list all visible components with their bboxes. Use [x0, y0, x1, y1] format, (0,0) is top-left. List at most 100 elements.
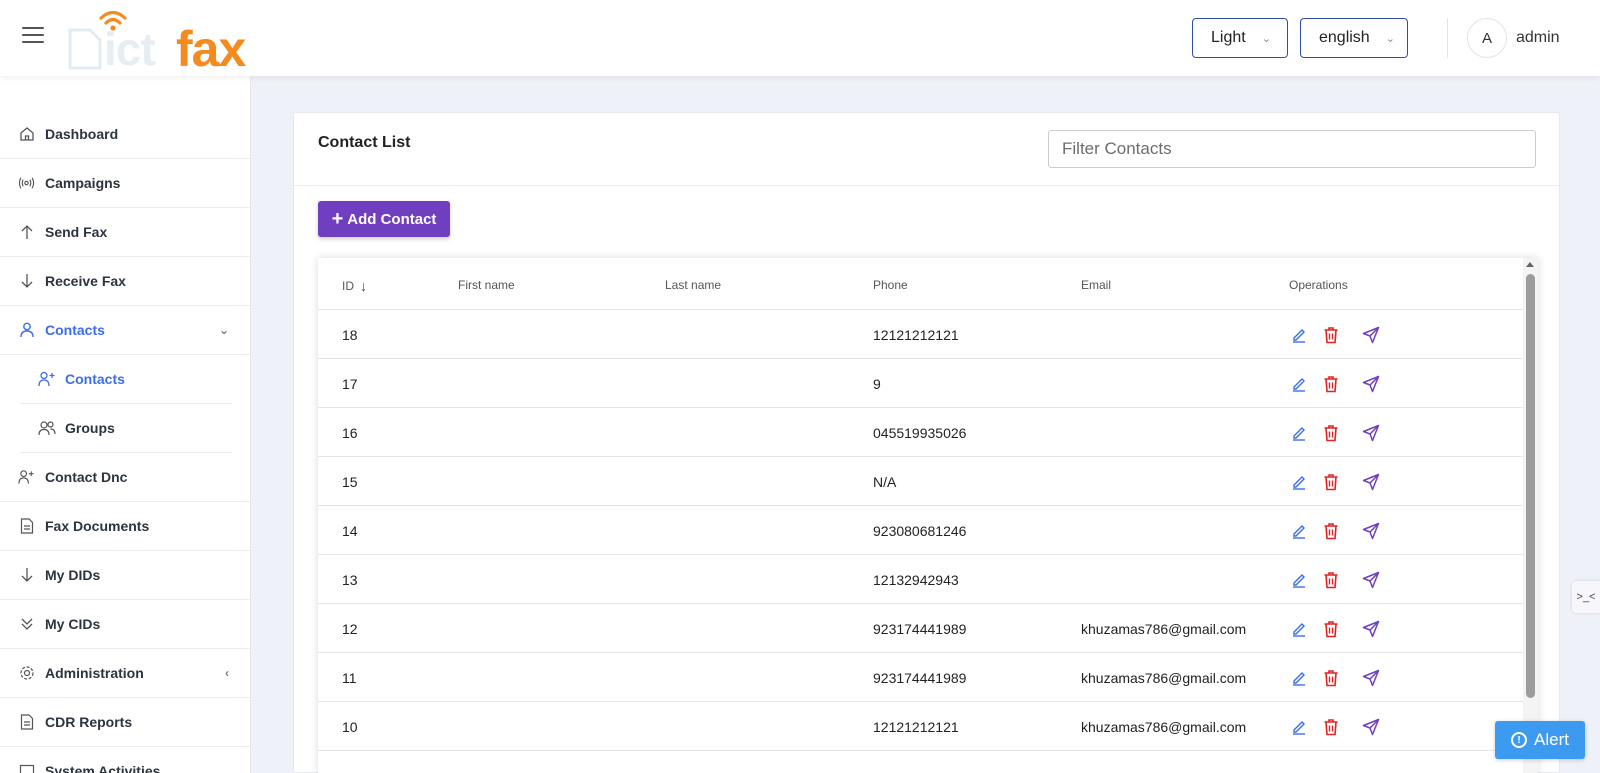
edit-icon[interactable] [1289, 668, 1309, 688]
edit-icon[interactable] [1289, 521, 1309, 541]
top-header: ict fax Light ⌄ english ⌄ A admin [0, 0, 1600, 77]
send-fax-icon[interactable] [1361, 668, 1381, 688]
arrow-down-icon [18, 273, 35, 290]
table-row[interactable]: 17 9 [318, 359, 1523, 408]
sidebar-item-label: Fax Documents [45, 518, 150, 534]
cell-phone: 045519935026 [873, 425, 967, 441]
broadcast-icon [18, 175, 35, 192]
send-fax-icon[interactable] [1361, 717, 1381, 737]
sidebar-item-my-cids[interactable]: My CIDs [0, 600, 250, 649]
table-row[interactable]: 15 N/A [318, 457, 1523, 506]
cell-phone: 923174441989 [873, 621, 967, 637]
delete-icon[interactable] [1321, 423, 1341, 443]
cell-phone: 12121212121 [873, 719, 959, 735]
send-fax-icon[interactable] [1361, 472, 1381, 492]
delete-icon[interactable] [1321, 668, 1341, 688]
table-row[interactable]: 13 12132942943 [318, 555, 1523, 604]
table-row[interactable]: 11 923174441989 khuzamas786@gmail.com [318, 653, 1523, 702]
user-name[interactable]: admin [1516, 29, 1560, 47]
sidebar-item-receive-fax[interactable]: Receive Fax [0, 257, 250, 306]
chevron-down-icon: ⌄ [218, 323, 229, 337]
column-header-first-name[interactable]: First name [458, 278, 515, 292]
edit-icon[interactable] [1289, 325, 1309, 345]
edit-icon[interactable] [1289, 374, 1309, 394]
row-operations [1289, 619, 1381, 639]
send-fax-icon[interactable] [1361, 570, 1381, 590]
sidebar-item-dashboard[interactable]: Dashboard [0, 110, 250, 159]
cell-phone: 923080681246 [873, 523, 967, 539]
contact-list-card: Contact List + Add Contact ID ↓ First na… [293, 112, 1560, 773]
delete-icon[interactable] [1321, 717, 1341, 737]
send-fax-icon[interactable] [1361, 423, 1381, 443]
avatar[interactable]: A [1467, 18, 1507, 58]
document-icon [18, 714, 35, 731]
edit-icon[interactable] [1289, 423, 1309, 443]
monitor-icon [18, 763, 35, 773]
delete-icon[interactable] [1321, 619, 1341, 639]
table-row[interactable]: 16 045519935026 [318, 408, 1523, 457]
table-row[interactable]: 12 923174441989 khuzamas786@gmail.com [318, 604, 1523, 653]
send-fax-icon[interactable] [1361, 619, 1381, 639]
delete-icon[interactable] [1321, 472, 1341, 492]
language-select-value: english [1319, 29, 1370, 46]
sidebar-item-label: My DIDs [45, 567, 101, 583]
table-scrollbar[interactable] [1523, 258, 1538, 773]
edit-icon[interactable] [1289, 717, 1309, 737]
sidebar-item-campaigns[interactable]: Campaigns [0, 159, 250, 208]
send-fax-icon[interactable] [1361, 374, 1381, 394]
send-fax-icon[interactable] [1361, 325, 1381, 345]
language-select[interactable]: english ⌄ [1300, 18, 1408, 58]
sidebar-item-send-fax[interactable]: Send Fax [0, 208, 250, 257]
scrollbar-thumb[interactable] [1526, 274, 1535, 698]
sidebar-item-system-activities[interactable]: System Activities [0, 747, 250, 773]
logo-text-fax: fax [176, 21, 246, 77]
cell-id: 13 [342, 572, 358, 588]
sidebar-subitem-contacts[interactable]: Contacts [20, 355, 232, 404]
column-header-id[interactable]: ID ↓ [342, 278, 367, 294]
cell-id: 10 [342, 719, 358, 735]
sidebar-item-administration[interactable]: Administration ‹ [0, 649, 250, 698]
sidebar-item-contact-dnc[interactable]: Contact Dnc [0, 453, 250, 502]
alert-button[interactable]: ! Alert [1495, 721, 1585, 759]
side-panel-toggle[interactable]: >_< [1572, 581, 1600, 613]
filter-contacts-input[interactable] [1048, 130, 1536, 168]
theme-select[interactable]: Light ⌄ [1192, 18, 1288, 58]
delete-icon[interactable] [1321, 521, 1341, 541]
send-fax-icon[interactable] [1361, 521, 1381, 541]
table-row[interactable]: 14 923080681246 [318, 506, 1523, 555]
user-icon [18, 322, 35, 339]
add-contact-button[interactable]: + Add Contact [318, 201, 450, 237]
scroll-up-arrow-icon[interactable] [1526, 262, 1534, 267]
edit-icon[interactable] [1289, 570, 1309, 590]
column-header-last-name[interactable]: Last name [665, 278, 721, 292]
column-header-phone[interactable]: Phone [873, 278, 908, 292]
sidebar-item-label: CDR Reports [45, 714, 133, 730]
delete-icon[interactable] [1321, 374, 1341, 394]
hamburger-menu-icon[interactable] [22, 27, 44, 45]
sidebar-item-contacts[interactable]: Contacts ⌄ [0, 306, 250, 355]
add-contact-label: Add Contact [347, 210, 437, 228]
delete-icon[interactable] [1321, 325, 1341, 345]
sidebar-item-label: Receive Fax [45, 273, 126, 289]
sidebar-item-my-dids[interactable]: My DIDs [0, 551, 250, 600]
cell-phone: 923174441989 [873, 670, 967, 686]
edit-icon[interactable] [1289, 472, 1309, 492]
table-row[interactable]: 10 12121212121 khuzamas786@gmail.com [318, 702, 1523, 751]
sidebar-item-label: Contacts [65, 371, 125, 387]
row-operations [1289, 325, 1381, 345]
edit-icon[interactable] [1289, 619, 1309, 639]
arrow-up-icon [18, 224, 35, 241]
column-header-email[interactable]: Email [1081, 278, 1111, 292]
sort-arrow-down-icon[interactable]: ↓ [360, 278, 367, 294]
info-circle-icon: ! [1511, 732, 1528, 748]
sidebar-item-fax-documents[interactable]: Fax Documents [0, 502, 250, 551]
row-operations [1289, 423, 1381, 443]
sidebar-subitem-groups[interactable]: Groups [20, 404, 232, 453]
sidebar-item-label: Campaigns [45, 175, 121, 191]
cell-phone: 12132942943 [873, 572, 959, 588]
sidebar-item-label: Administration [45, 665, 144, 681]
sidebar-item-cdr-reports[interactable]: CDR Reports [0, 698, 250, 747]
table-row[interactable]: 18 12121212121 [318, 310, 1523, 359]
cell-email: khuzamas786@gmail.com [1081, 621, 1247, 637]
delete-icon[interactable] [1321, 570, 1341, 590]
